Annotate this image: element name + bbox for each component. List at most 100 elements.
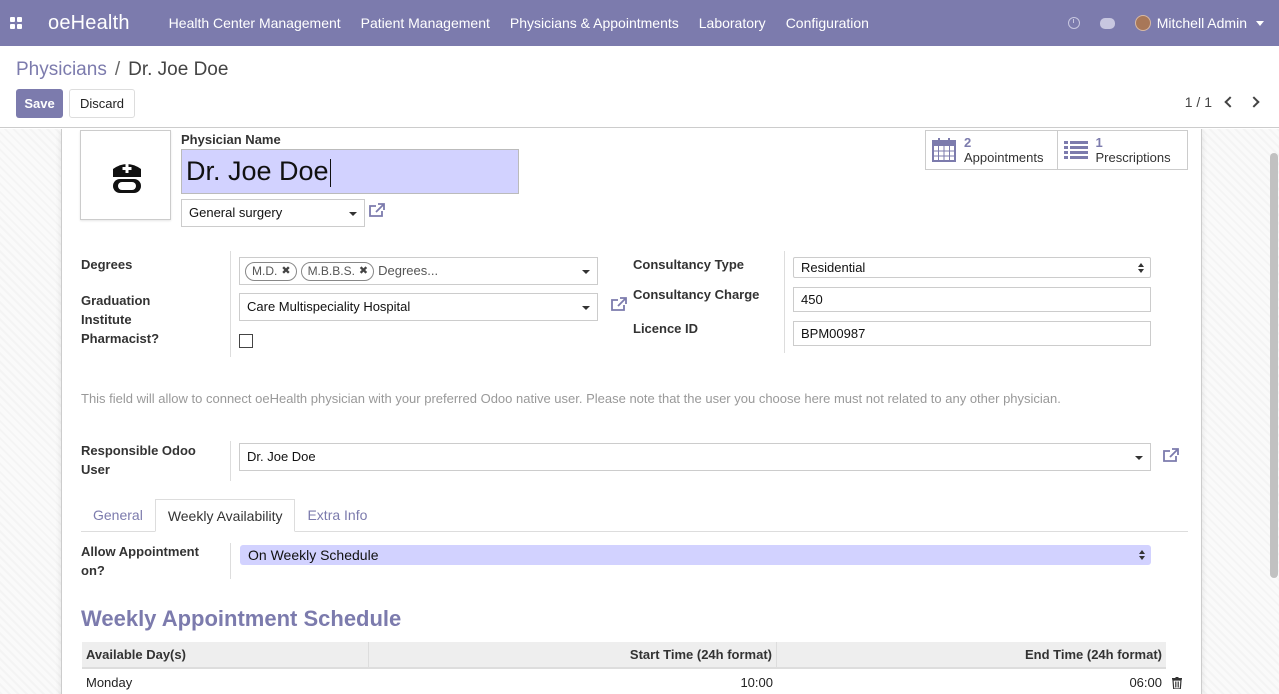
save-button[interactable]: Save	[16, 89, 63, 118]
external-link-icon[interactable]	[1162, 447, 1180, 463]
dropdown-caret-icon	[1135, 456, 1143, 460]
text-cursor	[329, 158, 331, 187]
left-group-divider	[230, 251, 231, 357]
smart-buttons: 2 Appointments 1 Prescriptions	[925, 130, 1188, 170]
external-link-icon[interactable]	[368, 202, 386, 218]
table-row[interactable]: Monday 10:00 06:00	[82, 669, 1182, 694]
cell-day: Monday	[86, 675, 133, 690]
prescriptions-count: 1	[1095, 135, 1103, 150]
app-brand[interactable]: oeHealth	[48, 12, 130, 35]
graduation-institute-select[interactable]: Care Multispeciality Hospital	[239, 293, 598, 321]
pager: 1 / 1	[1185, 94, 1260, 110]
tab-weekly-availability[interactable]: Weekly Availability	[154, 499, 296, 532]
appointments-smart-button[interactable]: 2 Appointments	[926, 131, 1057, 169]
chevron-down-icon[interactable]	[1256, 20, 1264, 26]
user-menu-name[interactable]: Mitchell Admin	[1157, 15, 1247, 31]
apps-menu-icon[interactable]	[10, 17, 22, 29]
degree-tag[interactable]: M.D. ✖	[245, 261, 297, 281]
table-header: Available Day(s) Start Time (24h format)…	[82, 642, 1166, 669]
responsible-divider	[230, 441, 231, 481]
consultancy-charge-input[interactable]: 450	[793, 287, 1151, 312]
prescriptions-smart-button[interactable]: 1 Prescriptions	[1056, 131, 1188, 169]
pager-previous-icon[interactable]	[1224, 96, 1236, 108]
right-group-divider	[784, 251, 785, 353]
physician-name-label: Physician Name	[181, 132, 281, 147]
user-avatar[interactable]	[1134, 15, 1151, 31]
degrees-placeholder: Degrees...	[378, 263, 439, 278]
vertical-scrollbar[interactable]	[1270, 153, 1278, 578]
responsible-odoo-user-label: Responsible Odoo User	[81, 443, 196, 477]
allow-appointment-select[interactable]: On Weekly Schedule	[240, 545, 1151, 565]
menu-health-center-management[interactable]: Health Center Management	[169, 15, 341, 31]
cell-end-time: 06:00	[1129, 675, 1162, 690]
pharmacist-checkbox[interactable]	[239, 334, 253, 348]
licence-id-input[interactable]: BPM00987	[793, 321, 1151, 346]
calendar-icon	[932, 138, 956, 162]
physician-name-value: Dr. Joe Doe	[186, 156, 329, 186]
physician-name-input[interactable]: Dr. Joe Doe	[181, 149, 519, 194]
form-sheet: Physician Name Dr. Joe Doe General surge…	[61, 129, 1202, 694]
allow-divider	[230, 543, 231, 579]
top-navbar: oeHealth Health Center Management Patien…	[0, 0, 1279, 46]
dropdown-caret-icon	[582, 306, 590, 310]
main-menu: Health Center Management Patient Managem…	[169, 15, 889, 31]
column-header-start-time[interactable]: Start Time (24h format)	[369, 642, 777, 667]
tab-general[interactable]: General	[81, 499, 155, 532]
appointments-label: Appointments	[964, 150, 1044, 165]
form-view: Physician Name Dr. Joe Doe General surge…	[0, 129, 1279, 694]
responsible-user-help-text: This field will allow to connect oeHealt…	[81, 391, 1061, 406]
degree-tag[interactable]: M.B.B.S. ✖	[300, 261, 375, 281]
menu-physicians-appointments[interactable]: Physicians & Appointments	[510, 15, 679, 31]
chat-icon[interactable]	[1099, 17, 1115, 29]
column-header-day[interactable]: Available Day(s)	[82, 642, 369, 667]
speciality-select[interactable]: General surgery	[181, 199, 365, 227]
allow-appointment-value: On Weekly Schedule	[248, 547, 379, 563]
remove-tag-icon[interactable]: ✖	[281, 258, 290, 284]
dropdown-caret-icon	[349, 212, 357, 216]
menu-configuration[interactable]: Configuration	[786, 15, 869, 31]
pager-value[interactable]: 1 / 1	[1185, 94, 1212, 110]
breadcrumb-physicians-link[interactable]: Physicians	[16, 59, 107, 81]
remove-tag-icon[interactable]: ✖	[359, 258, 368, 284]
select-arrows-icon	[1139, 550, 1145, 560]
column-header-end-time[interactable]: End Time (24h format)	[777, 642, 1166, 667]
consultancy-type-label: Consultancy Type	[633, 257, 745, 272]
list-icon	[1063, 141, 1088, 159]
pharmacist-label: Pharmacist?	[81, 331, 160, 346]
responsible-odoo-user-value: Dr. Joe Doe	[247, 449, 316, 464]
dropdown-caret-icon	[582, 270, 590, 274]
cell-start-time: 10:00	[740, 675, 773, 690]
external-link-icon[interactable]	[610, 296, 628, 312]
trash-icon[interactable]	[1172, 677, 1182, 689]
breadcrumb-separator: /	[114, 59, 121, 80]
allow-appointment-label: Allow Appointment on?	[81, 544, 199, 578]
consultancy-charge-label: Consultancy Charge	[633, 287, 760, 302]
menu-patient-management[interactable]: Patient Management	[361, 15, 490, 31]
doctor-icon	[113, 164, 141, 193]
notebook-tabs: General Weekly Availability Extra Info	[81, 499, 1188, 532]
activity-clock-icon[interactable]	[1067, 17, 1080, 29]
control-panel: Physicians / Dr. Joe Doe Save Discard 1 …	[0, 46, 1279, 128]
tab-extra-info[interactable]: Extra Info	[295, 499, 379, 532]
consultancy-type-select[interactable]: Residential	[793, 257, 1151, 278]
discard-button[interactable]: Discard	[69, 89, 135, 118]
responsible-odoo-user-select[interactable]: Dr. Joe Doe	[239, 443, 1151, 471]
breadcrumb-current: Dr. Joe Doe	[128, 59, 229, 80]
consultancy-charge-value: 450	[801, 292, 823, 307]
speciality-value: General surgery	[189, 205, 283, 220]
graduation-institute-label: Graduation Institute	[81, 293, 151, 327]
breadcrumb: Physicians / Dr. Joe Doe	[16, 59, 228, 81]
menu-laboratory[interactable]: Laboratory	[699, 15, 766, 31]
degrees-label: Degrees	[81, 257, 133, 272]
pager-next-icon[interactable]	[1248, 96, 1260, 108]
prescriptions-label: Prescriptions	[1095, 150, 1171, 165]
degrees-many2many-input[interactable]: M.D. ✖ M.B.B.S. ✖ Degrees...	[239, 257, 598, 285]
select-arrows-icon	[1138, 263, 1144, 273]
licence-id-label: Licence ID	[633, 321, 699, 336]
appointments-count: 2	[964, 135, 972, 150]
weekly-schedule-title: Weekly Appointment Schedule	[81, 606, 402, 631]
consultancy-type-value: Residential	[801, 260, 866, 275]
licence-id-value: BPM00987	[801, 326, 866, 341]
physician-image[interactable]	[80, 130, 171, 220]
graduation-institute-value: Care Multispeciality Hospital	[247, 299, 411, 314]
